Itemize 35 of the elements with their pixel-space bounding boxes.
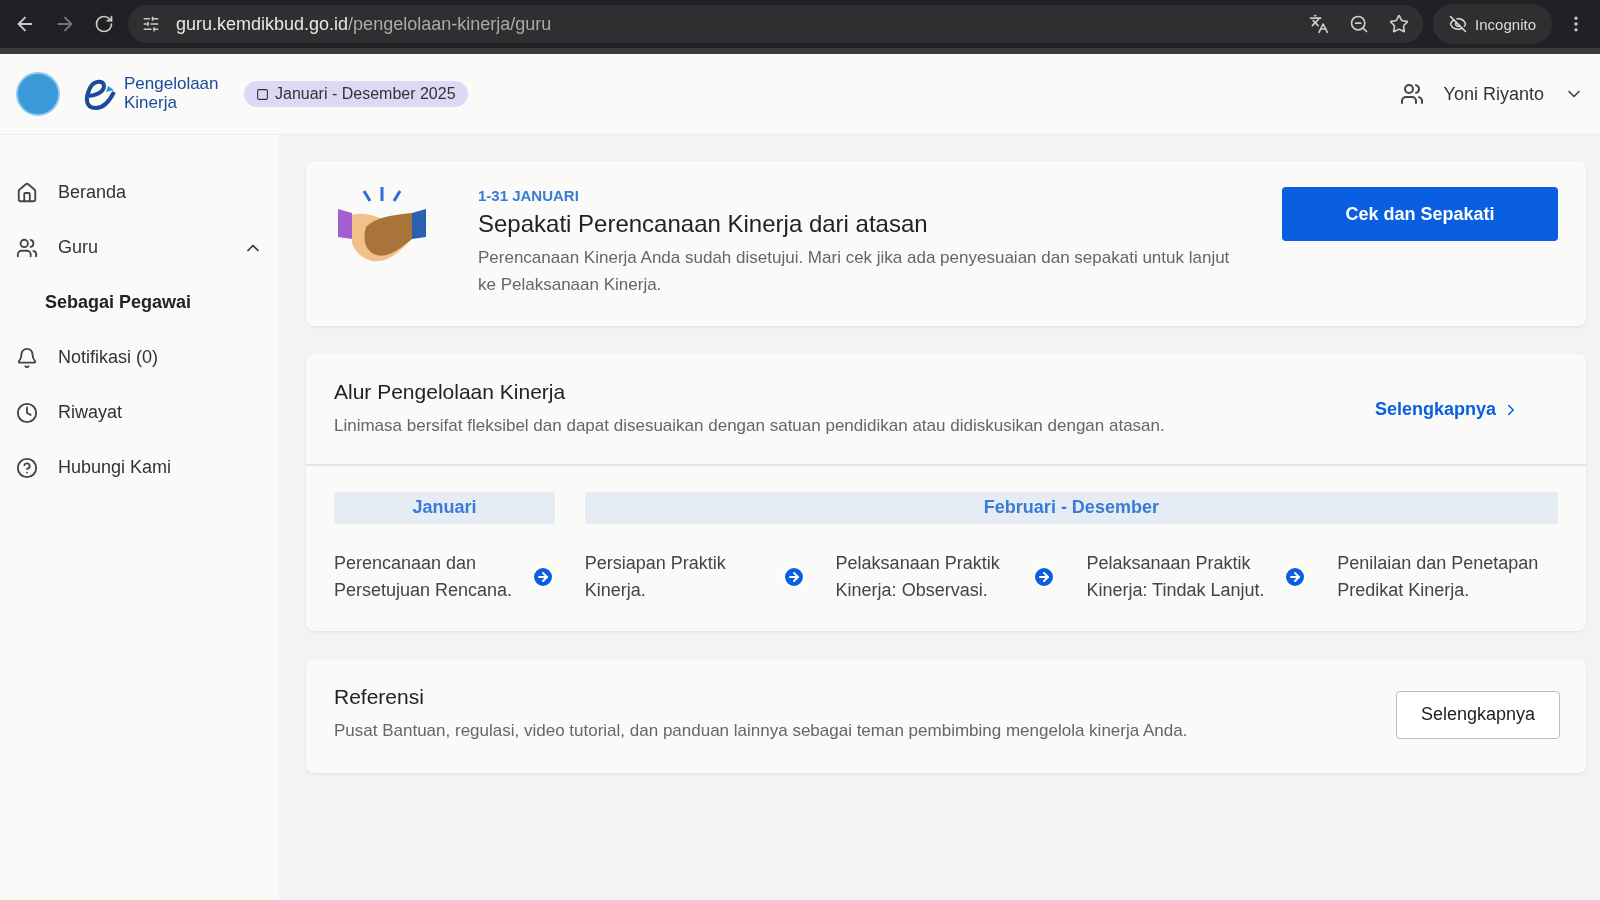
card-title: Referensi xyxy=(334,685,425,710)
period-chip[interactable]: Januari - Desember 2025 xyxy=(244,81,468,107)
phase-label: Februari - Desember xyxy=(584,491,1558,524)
sidebar-item[interactable]: Notifikasi (0) xyxy=(0,330,279,385)
card-title: Sepakati Perencanaan Kinerja dari atasan xyxy=(478,210,929,238)
users-icon xyxy=(16,236,38,259)
sidebar-item[interactable]: Riwayat xyxy=(0,385,279,440)
phase-label: Januari xyxy=(334,491,555,524)
profile-chip[interactable]: Incognito xyxy=(1433,4,1552,44)
step-text: Pelaksanaan Praktik Kinerja: Tindak Lanjut. xyxy=(1086,551,1266,603)
square-icon xyxy=(256,87,269,101)
card-description: Pusat Bantuan, regulasi, video tutorial, dan panduan lainnya sebagai teman pembimbing mengelola kinerja Anda. xyxy=(334,720,1189,743)
users-icon xyxy=(1399,82,1424,106)
home-icon xyxy=(16,181,38,204)
address-text[interactable]: guru.kemdikbud.go.id/pengelolaan-kinerja/guru xyxy=(176,13,552,35)
step-text: Penilaian dan Penetapan Predikat Kinerja. xyxy=(1337,551,1540,603)
date-label: 1-31 JANUARI xyxy=(478,187,580,204)
card-description: Linimasa bersifat fleksibel dan dapat disesuaikan dengan satuan pendidikan atau didiskusikan dengan atasan. xyxy=(334,415,1166,438)
card-title: Alur Pengelolaan Kinerja xyxy=(334,380,567,405)
card-description: Perencanaan Kinerja Anda sudah disetujui. Mari cek jika ada penyesuaian dan sepakati untuk lanjut ke Pelaksanaan Kinerja. xyxy=(478,247,1231,297)
user-name[interactable]: Yoni Riyanto xyxy=(1443,83,1544,105)
sidebar-item[interactable]: Guru xyxy=(0,220,279,275)
bell-icon xyxy=(16,346,38,369)
agree-button[interactable]: Cek dan Sepakati xyxy=(1282,187,1558,241)
clock-icon xyxy=(16,401,38,424)
step-text: Persiapan Praktik Kinerja. xyxy=(584,551,727,603)
step-text: Perencanaan dan Persetujuan Rencana. xyxy=(334,551,514,603)
sidebar-item[interactable]: Beranda xyxy=(0,165,279,220)
sidebar-subitem[interactable]: Sebagai Pegawai xyxy=(0,275,279,330)
more-button[interactable]: Selengkapnya xyxy=(1396,690,1560,739)
help-icon xyxy=(16,456,38,479)
more-link[interactable]: Selengkapnya xyxy=(1374,399,1520,421)
logo-text: Pengelolaan Kinerja xyxy=(124,75,220,113)
sidebar-item[interactable]: Hubungi Kami xyxy=(0,440,279,495)
step-text: Pelaksanaan Praktik Kinerja: Observasi. xyxy=(835,551,1001,603)
